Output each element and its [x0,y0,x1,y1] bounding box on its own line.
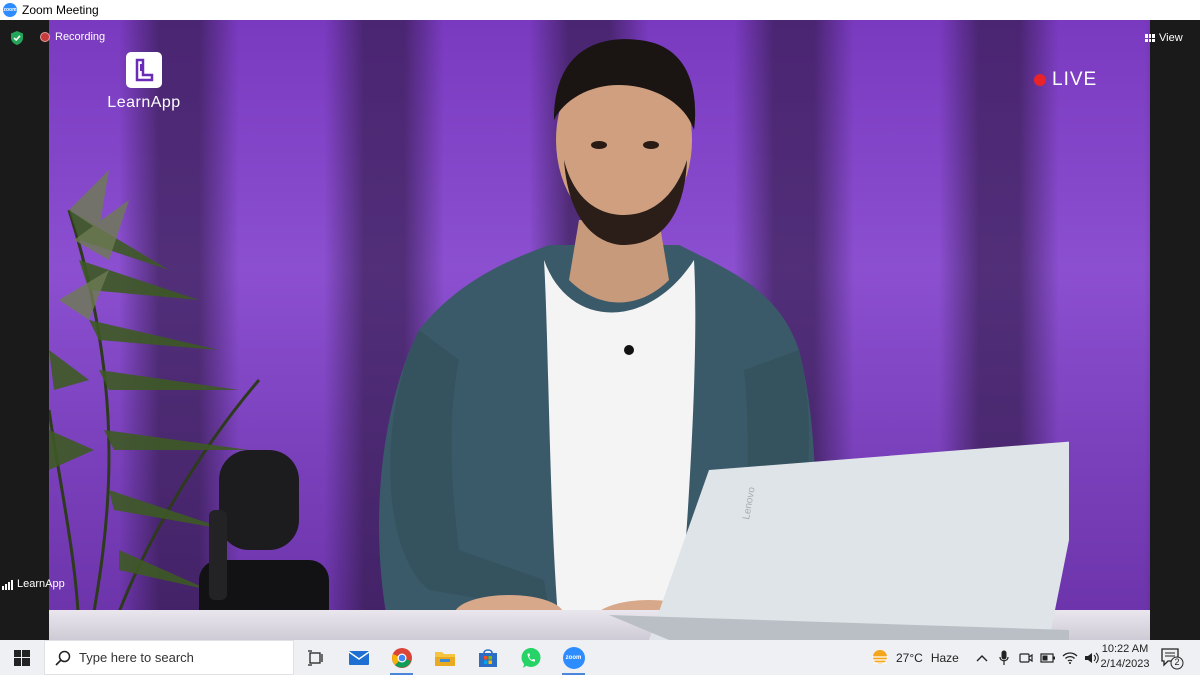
wifi-icon[interactable] [1059,640,1081,675]
task-view-icon[interactable] [294,640,337,675]
learnapp-logo-text: LearnApp [107,94,181,111]
battery-icon[interactable] [1037,640,1059,675]
recording-indicator[interactable]: Recording [40,31,105,43]
zoom-taskbar-badge: zoom [562,646,585,669]
microphone-icon[interactable] [993,640,1015,675]
windows-logo-icon [14,649,30,666]
window-titlebar: zoom Zoom Meeting [0,0,1200,20]
file-explorer-icon[interactable] [423,640,466,675]
haze-weather-icon[interactable] [870,649,890,667]
participant-name: LearnApp [17,578,65,590]
notification-count: 2 [1174,657,1180,667]
security-shield-icon[interactable] [10,31,24,45]
weather-temperature[interactable]: 27°C [896,651,923,665]
start-button[interactable] [0,640,44,675]
meeting-area: Lenovo LearnApp LIVE Recording View Lear… [0,20,1200,640]
clock-date: 2/14/2023 [1100,658,1150,670]
weather-condition[interactable]: Haze [931,651,959,665]
recording-dot-icon [40,32,50,42]
signal-strength-icon [2,580,14,590]
whatsapp-icon[interactable] [509,640,552,675]
live-dot-icon [1034,74,1046,86]
learnapp-logo: LearnApp [84,52,204,122]
view-label: View [1159,32,1183,44]
mail-icon[interactable] [337,640,380,675]
view-button[interactable]: View [1145,28,1193,48]
chevron-up-icon[interactable] [971,640,993,675]
system-tray: 27°C Haze [870,640,1103,675]
clock-time: 10:22 AM [1101,643,1149,655]
search-placeholder: Type here to search [79,650,194,665]
zoom-icon[interactable]: zoom [552,640,595,675]
taskbar-search-box[interactable]: Type here to search [44,640,294,675]
participant-name-label: LearnApp [2,578,65,590]
learnapp-logo-icon [126,52,162,88]
taskbar-clock[interactable]: 10:22 AM 2/14/2023 [1098,642,1152,672]
microsoft-store-icon[interactable] [466,640,509,675]
search-icon [55,650,71,666]
grid-view-icon [1145,34,1155,42]
meet-now-icon[interactable] [1015,640,1037,675]
zoom-app-icon: zoom [3,3,17,17]
speaker-video: Lenovo LearnApp LIVE [49,20,1150,640]
notification-center-icon[interactable]: 2 [1160,646,1184,670]
live-indicator: LIVE [1034,69,1097,91]
live-label: LIVE [1052,69,1098,90]
chrome-icon[interactable] [380,640,423,675]
learnapp-letter-icon [135,58,154,82]
laptop: Lenovo [609,441,1069,640]
recording-label: Recording [55,31,106,43]
window-title: Zoom Meeting [22,3,99,17]
windows-taskbar: Type here to search zoom 27°C Haze 10:22… [0,640,1200,675]
